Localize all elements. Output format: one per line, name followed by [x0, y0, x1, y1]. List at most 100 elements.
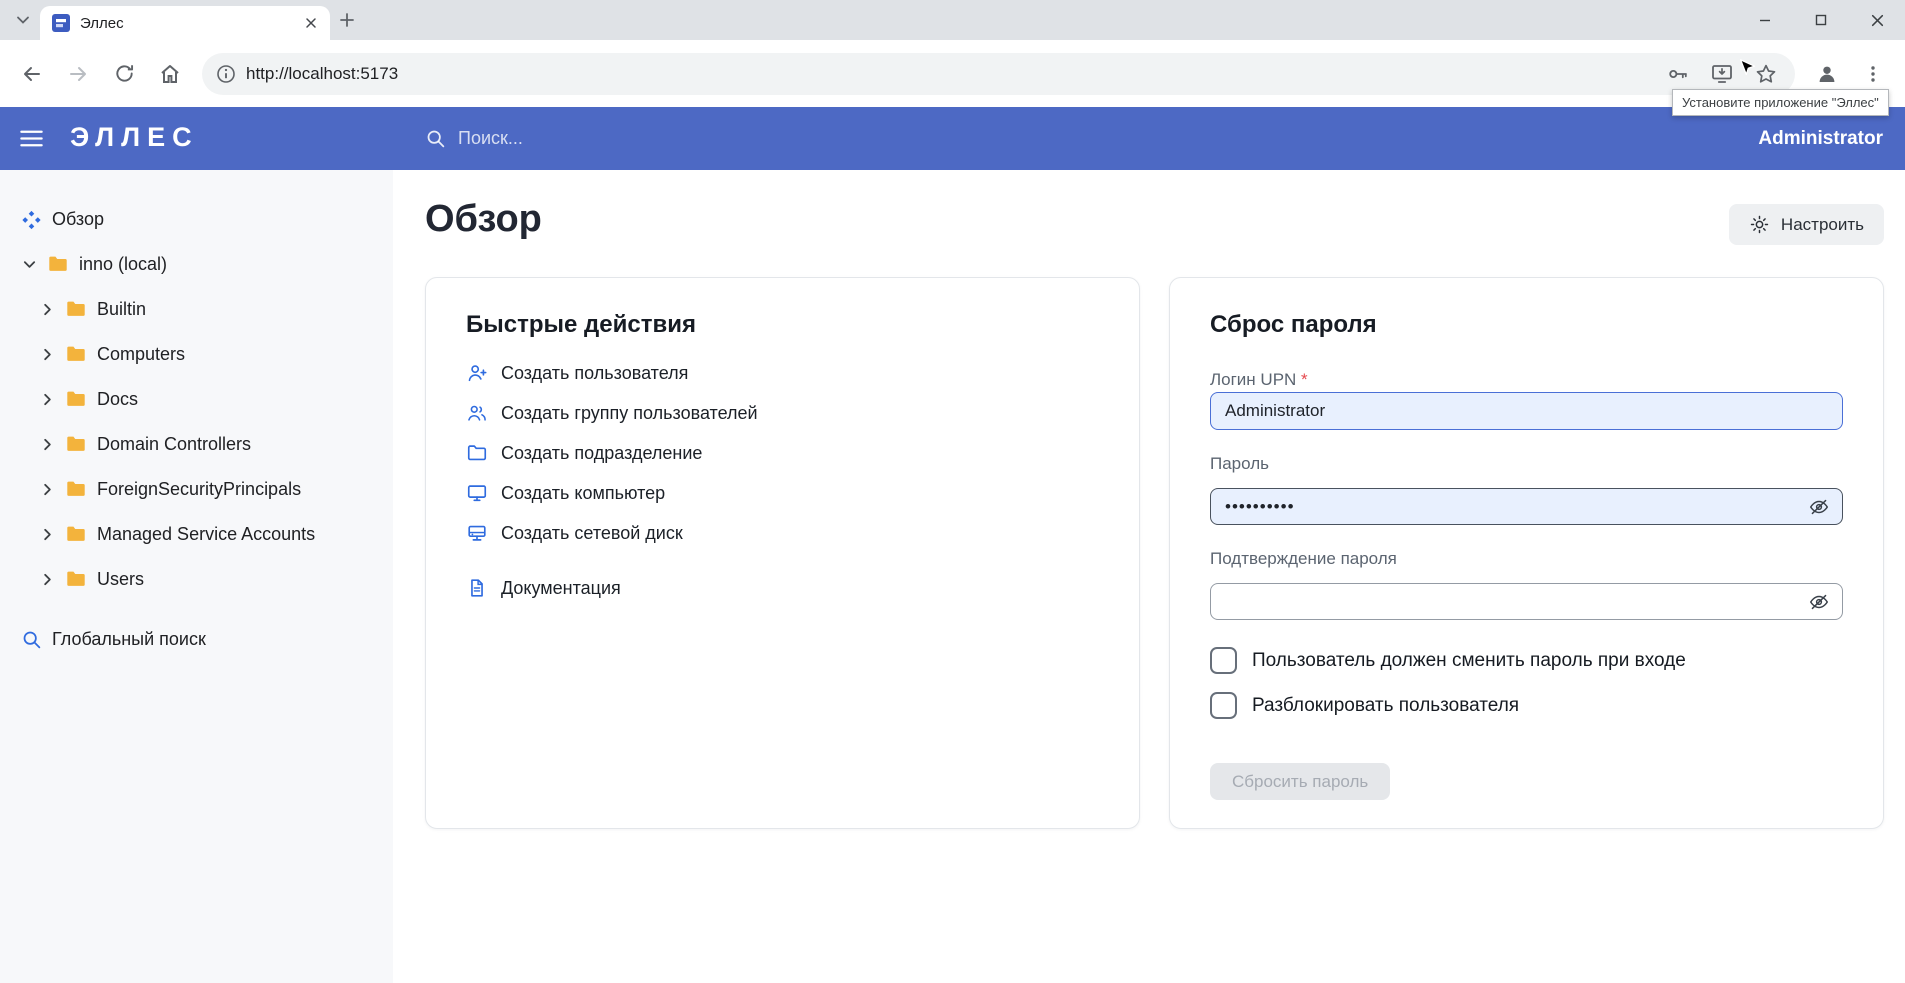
required-asterisk: *	[1301, 370, 1308, 389]
chevron-right-icon[interactable]	[40, 347, 55, 362]
folder-icon	[47, 253, 69, 275]
chevron-right-icon[interactable]	[40, 482, 55, 497]
chevron-right-icon[interactable]	[40, 437, 55, 452]
chevron-down-icon[interactable]	[22, 257, 37, 272]
folder-icon	[65, 298, 87, 320]
quick-actions-card: Быстрые действия Создать пользователя Со…	[425, 277, 1140, 829]
new-tab-icon[interactable]	[330, 3, 364, 37]
hamburger-icon[interactable]	[18, 125, 45, 152]
tree-item-label: Managed Service Accounts	[97, 524, 315, 545]
browser-tab[interactable]: Эллес	[40, 6, 330, 40]
checkbox-unlock-user[interactable]: Разблокировать пользователя	[1210, 692, 1843, 719]
password-input[interactable]	[1210, 488, 1843, 525]
login-upn-input[interactable]	[1210, 392, 1843, 430]
star-icon[interactable]	[1749, 57, 1783, 91]
checkbox-box[interactable]	[1210, 647, 1237, 674]
app-header: ЭЛЛЕС Поиск... Administrator	[0, 107, 1905, 170]
chevron-right-icon[interactable]	[40, 392, 55, 407]
password-label: Пароль	[1210, 454, 1843, 476]
checkbox-box[interactable]	[1210, 692, 1237, 719]
sidebar: Обзор inno (local) Builtin Computers Doc…	[0, 170, 393, 983]
checkbox-label: Пользователь должен сменить пароль при в…	[1252, 650, 1686, 672]
add-computer-icon	[466, 482, 488, 504]
reload-icon[interactable]	[104, 54, 144, 94]
add-network-drive-icon	[466, 522, 488, 544]
chevron-right-icon[interactable]	[40, 302, 55, 317]
tree-item-docs[interactable]: Docs	[0, 384, 393, 414]
action-create-computer[interactable]: Создать компьютер	[466, 473, 1099, 513]
info-icon[interactable]	[216, 64, 236, 84]
browser-tabstrip: Эллес	[0, 0, 1905, 40]
configure-button-label: Настроить	[1781, 215, 1864, 235]
favicon	[52, 14, 70, 32]
folder-icon	[65, 433, 87, 455]
menu-dots-icon[interactable]	[1853, 54, 1893, 94]
key-icon[interactable]	[1661, 57, 1695, 91]
tree-item-label: Builtin	[97, 299, 146, 320]
current-user-label[interactable]: Administrator	[1758, 107, 1883, 170]
action-create-network-drive[interactable]: Создать сетевой диск	[466, 513, 1099, 553]
chevron-right-icon[interactable]	[40, 572, 55, 587]
action-label: Создать компьютер	[501, 483, 665, 504]
tab-close-icon[interactable]	[300, 12, 322, 34]
address-bar[interactable]: http://localhost:5173	[202, 53, 1795, 95]
back-icon[interactable]	[12, 54, 52, 94]
folder-icon	[65, 343, 87, 365]
app-logo: ЭЛЛЕС	[70, 122, 199, 153]
page-title: Обзор	[425, 198, 542, 241]
action-label: Создать подразделение	[501, 443, 702, 464]
tree-item-foreign-security-principals[interactable]: ForeignSecurityPrincipals	[0, 474, 393, 504]
action-label: Создать пользователя	[501, 363, 688, 384]
tree-item-users[interactable]: Users	[0, 564, 393, 594]
sidebar-item-overview[interactable]: Обзор	[0, 204, 393, 234]
documentation-icon	[466, 577, 488, 599]
search-icon	[21, 629, 42, 650]
action-create-group[interactable]: Создать группу пользователей	[466, 393, 1099, 433]
sidebar-overview-label: Обзор	[52, 209, 104, 230]
folder-icon	[65, 568, 87, 590]
confirm-password-label: Подтверждение пароля	[1210, 549, 1843, 571]
tree-item-label: Computers	[97, 344, 185, 365]
home-icon[interactable]	[150, 54, 190, 94]
window-close-icon[interactable]	[1849, 0, 1905, 40]
profile-icon[interactable]	[1807, 54, 1847, 94]
forward-icon[interactable]	[58, 54, 98, 94]
login-upn-label: Логин UPN *	[1210, 370, 1843, 392]
tree-item-builtin[interactable]: Builtin	[0, 294, 393, 324]
action-create-user[interactable]: Создать пользователя	[466, 353, 1099, 393]
tab-title: Эллес	[80, 15, 290, 32]
tree-item-domain-controllers[interactable]: Domain Controllers	[0, 429, 393, 459]
url-text[interactable]: http://localhost:5173	[246, 64, 398, 84]
action-label: Создать сетевой диск	[501, 523, 683, 544]
password-reset-card: Сброс пароля Логин UPN * Пароль Подтверж…	[1169, 277, 1884, 829]
add-group-icon	[466, 402, 488, 424]
header-search-input[interactable]: Поиск...	[425, 107, 523, 170]
checkbox-label: Разблокировать пользователя	[1252, 695, 1519, 717]
tree-item-managed-service-accounts[interactable]: Managed Service Accounts	[0, 519, 393, 549]
chevron-right-icon[interactable]	[40, 527, 55, 542]
install-app-icon[interactable]	[1705, 57, 1739, 91]
folder-icon	[65, 523, 87, 545]
tree-item-label: Users	[97, 569, 144, 590]
quick-actions-title: Быстрые действия	[466, 310, 1099, 340]
search-placeholder: Поиск...	[458, 128, 523, 149]
reset-password-button[interactable]: Сбросить пароль	[1210, 763, 1390, 800]
confirm-password-input[interactable]	[1210, 583, 1843, 620]
eye-off-icon[interactable]	[1805, 588, 1833, 616]
tree-root-inno[interactable]: inno (local)	[0, 249, 393, 279]
action-label: Документация	[501, 578, 621, 599]
tree-item-computers[interactable]: Computers	[0, 339, 393, 369]
eye-off-icon[interactable]	[1805, 493, 1833, 521]
action-create-ou[interactable]: Создать подразделение	[466, 433, 1099, 473]
search-icon	[425, 128, 446, 149]
configure-button[interactable]: Настроить	[1729, 204, 1884, 245]
main-content: Обзор Настроить Быстрые действия Создать…	[393, 170, 1905, 983]
install-app-tooltip: Установите приложение "Эллес"	[1672, 89, 1889, 116]
sidebar-item-global-search[interactable]: Глобальный поиск	[0, 624, 393, 654]
action-documentation[interactable]: Документация	[466, 568, 1099, 608]
tab-list-chevron-icon[interactable]	[6, 3, 40, 37]
window-minimize-icon[interactable]	[1737, 0, 1793, 40]
checkbox-must-change-password[interactable]: Пользователь должен сменить пароль при в…	[1210, 647, 1843, 674]
tree-item-label: Docs	[97, 389, 138, 410]
window-maximize-icon[interactable]	[1793, 0, 1849, 40]
